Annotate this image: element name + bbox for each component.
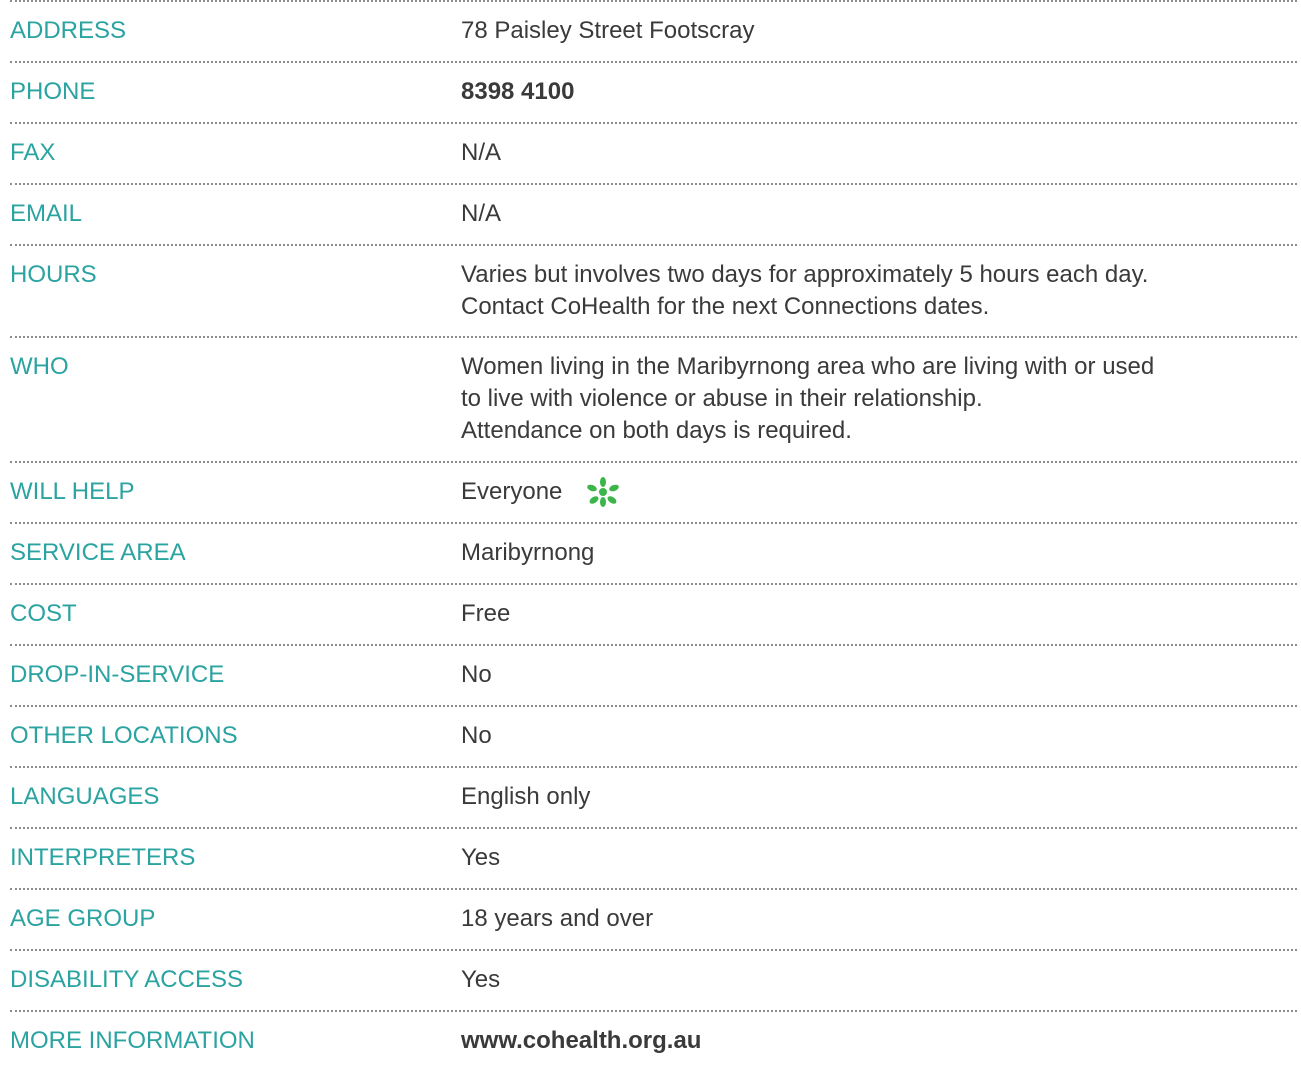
- website-link[interactable]: www.cohealth.org.au: [461, 1025, 1301, 1057]
- row-label: DISABILITY ACCESS: [10, 966, 243, 993]
- row-drop-in-service: DROP-IN-SERVICE No: [0, 646, 1301, 705]
- row-languages: LANGUAGES English only: [0, 768, 1301, 827]
- row-label: MORE INFORMATION: [10, 1027, 255, 1054]
- value-line: Contact CoHealth for the next Connection…: [461, 293, 990, 320]
- row-label: OTHER LOCATIONS: [10, 722, 238, 749]
- row-value: 18 years and over: [461, 905, 654, 932]
- row-label: AGE GROUP: [10, 905, 156, 932]
- row-label: ADDRESS: [10, 17, 127, 44]
- row-label: EMAIL: [10, 200, 83, 227]
- row-label: SERVICE AREA: [10, 539, 186, 566]
- row-cost: COST Free: [0, 585, 1301, 644]
- value-line: Attendance on both days is required.: [461, 417, 852, 444]
- row-value: Women living in the Maribyrnong area who…: [461, 351, 1301, 447]
- service-info-table: ADDRESS 78 Paisley Street Footscray PHON…: [0, 0, 1301, 1060]
- row-value: No: [461, 661, 492, 688]
- row-service-area: SERVICE AREA Maribyrnong: [0, 524, 1301, 583]
- value-line: Varies but involves two days for approxi…: [461, 261, 1149, 288]
- row-label: FAX: [10, 139, 56, 166]
- row-value: Yes: [461, 966, 501, 993]
- row-value: Yes: [461, 844, 501, 871]
- row-email: EMAIL N/A: [0, 185, 1301, 244]
- phone-number[interactable]: 8398 4100: [461, 76, 1301, 108]
- row-age-group: AGE GROUP 18 years and over: [0, 890, 1301, 949]
- row-label: COST: [10, 600, 77, 627]
- row-more-information: MORE INFORMATION www.cohealth.org.au: [0, 1012, 1301, 1060]
- row-label: WHO: [10, 353, 69, 380]
- row-value: Free: [461, 600, 511, 627]
- row-label: DROP-IN-SERVICE: [10, 661, 225, 688]
- row-value: Varies but involves two days for approxi…: [461, 259, 1301, 323]
- row-fax: FAX N/A: [0, 124, 1301, 183]
- row-value: English only: [461, 783, 591, 810]
- row-label: LANGUAGES: [10, 783, 160, 810]
- value-line: Women living in the Maribyrnong area who…: [461, 353, 1155, 380]
- value-text: Everyone: [461, 478, 563, 505]
- row-value: N/A: [461, 200, 502, 227]
- row-phone: PHONE 8398 4100: [0, 63, 1301, 122]
- row-hours: HOURS Varies but involves two days for a…: [0, 246, 1301, 336]
- row-address: ADDRESS 78 Paisley Street Footscray: [0, 2, 1301, 61]
- row-label: INTERPRETERS: [10, 844, 196, 871]
- value-line: to live with violence or abuse in their …: [461, 385, 983, 412]
- row-disability-access: DISABILITY ACCESS Yes: [0, 951, 1301, 1010]
- row-label: PHONE: [10, 78, 96, 105]
- row-other-locations: OTHER LOCATIONS No: [0, 707, 1301, 766]
- row-label: WILL HELP: [10, 478, 135, 505]
- green-flower-icon: [587, 477, 620, 507]
- row-value: N/A: [461, 139, 502, 166]
- row-value: Everyone: [461, 476, 1301, 508]
- row-value: Maribyrnong: [461, 539, 595, 566]
- row-label: HOURS: [10, 261, 97, 288]
- row-value: 78 Paisley Street Footscray: [461, 17, 755, 44]
- row-interpreters: INTERPRETERS Yes: [0, 829, 1301, 888]
- row-will-help: WILL HELP Everyone: [0, 463, 1301, 522]
- row-who: WHO Women living in the Maribyrnong area…: [0, 338, 1301, 461]
- row-value: No: [461, 722, 492, 749]
